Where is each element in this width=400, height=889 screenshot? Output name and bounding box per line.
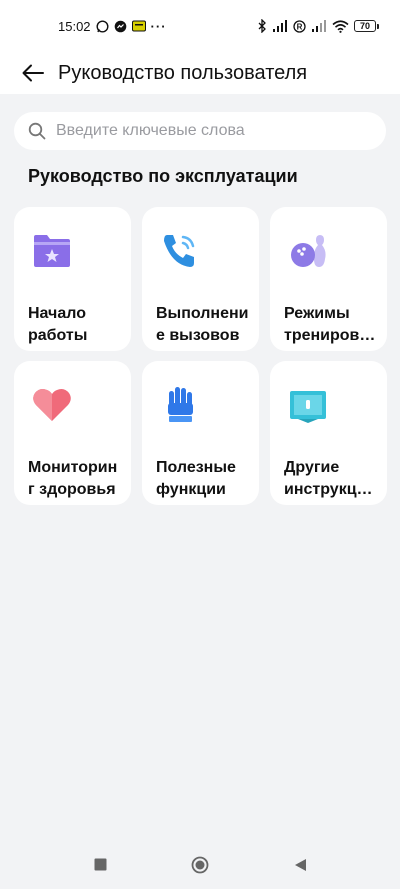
notification-folder-icon bbox=[131, 20, 146, 32]
status-time: 15:02 bbox=[58, 18, 91, 34]
heart-icon bbox=[30, 383, 74, 427]
section-title: Руководство по эксплуатации bbox=[28, 166, 298, 186]
status-bar: 15:02 ··· R 70 bbox=[0, 0, 400, 52]
card-label: Начало работы bbox=[28, 305, 88, 344]
bluetooth-icon bbox=[257, 19, 267, 33]
card-label: Полезные функции bbox=[156, 459, 236, 498]
whatsapp-icon bbox=[96, 19, 109, 33]
book-icon bbox=[286, 383, 330, 427]
battery-icon: 70 bbox=[354, 20, 379, 32]
roaming-icon: R bbox=[293, 19, 306, 33]
page-title: Руководство пользователя bbox=[58, 61, 308, 84]
card-getting-started[interactable]: Начало работы bbox=[14, 207, 131, 351]
search-icon bbox=[28, 122, 46, 140]
home-button[interactable] bbox=[188, 853, 212, 877]
glove-icon bbox=[158, 383, 202, 427]
card-label: Выполнени е вызовов bbox=[156, 305, 249, 344]
card-label: Режимы трениров… bbox=[284, 305, 376, 344]
wifi-icon bbox=[332, 19, 349, 33]
back-nav-button[interactable] bbox=[288, 853, 312, 877]
card-label: Мониторин г здоровья bbox=[28, 459, 118, 498]
recents-button[interactable] bbox=[88, 853, 112, 877]
status-bar-left: 15:02 ··· bbox=[58, 19, 167, 34]
search-placeholder: Введите ключевые слова bbox=[56, 122, 245, 139]
system-nav-bar bbox=[0, 840, 400, 889]
phone-call-icon bbox=[158, 229, 202, 273]
app-bar: Руководство пользователя bbox=[0, 52, 400, 94]
main-content: Введите ключевые слова Руководство по эк… bbox=[0, 94, 400, 840]
guide-grid: Начало работы Выполнени е вызовов Режимы… bbox=[14, 207, 388, 505]
signal-icon-2 bbox=[311, 20, 327, 32]
search-input[interactable]: Введите ключевые слова bbox=[14, 112, 386, 150]
signal-icon bbox=[272, 20, 288, 32]
card-making-calls[interactable]: Выполнени е вызовов bbox=[142, 207, 259, 351]
battery-level: 70 bbox=[359, 21, 370, 31]
triangle-back-icon bbox=[294, 858, 307, 872]
bowling-icon bbox=[286, 229, 330, 273]
status-bar-right: R 70 bbox=[257, 19, 379, 33]
messenger-icon bbox=[114, 20, 127, 33]
card-useful-features[interactable]: Полезные функции bbox=[142, 361, 259, 505]
arrow-left-icon bbox=[22, 64, 44, 82]
card-label: Другие инструкц… bbox=[284, 459, 373, 498]
more-notifications-icon: ··· bbox=[150, 18, 167, 34]
card-workout-modes[interactable]: Режимы трениров… bbox=[270, 207, 387, 351]
card-health-monitoring[interactable]: Мониторин г здоровья bbox=[14, 361, 131, 505]
circle-icon bbox=[191, 856, 209, 874]
square-icon bbox=[94, 858, 107, 871]
svg-text:R: R bbox=[297, 22, 303, 31]
folder-star-icon bbox=[30, 229, 74, 273]
card-other-instructions[interactable]: Другие инструкц… bbox=[270, 361, 387, 505]
